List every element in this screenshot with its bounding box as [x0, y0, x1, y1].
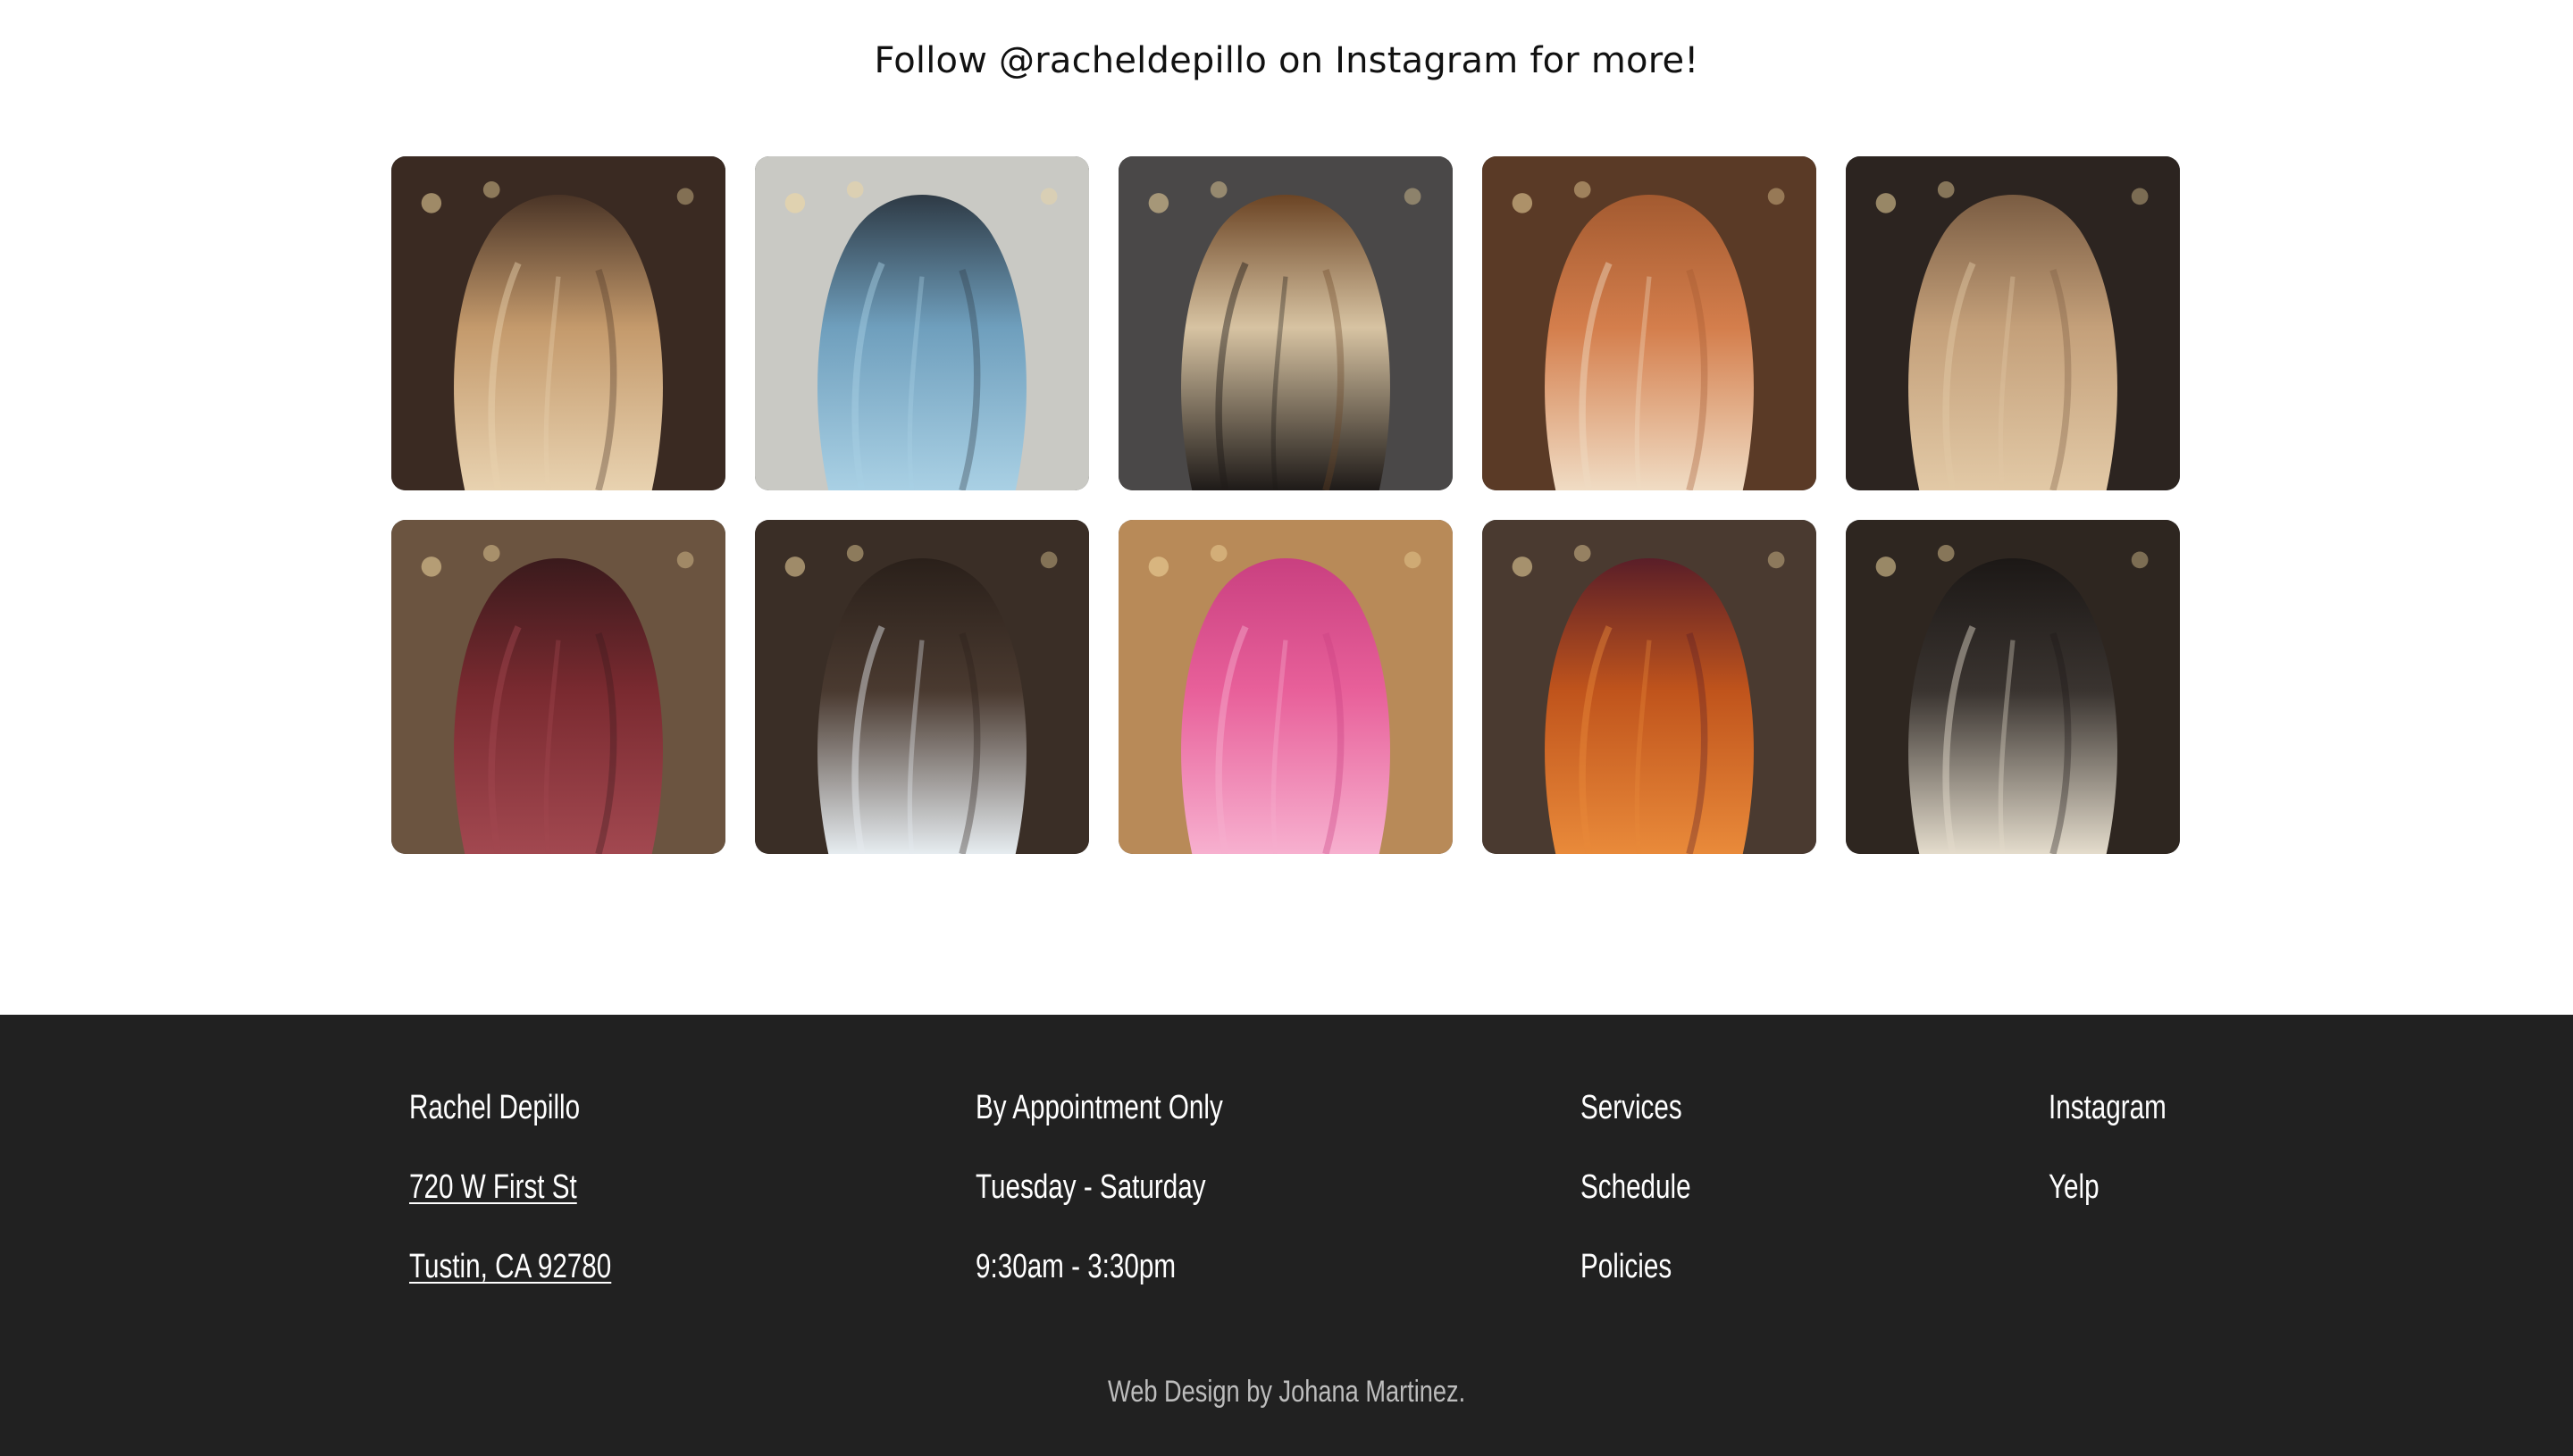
web-design-credit: Web Design by Johana Martinez.	[0, 1372, 2573, 1411]
photo-blue-waves-image	[755, 156, 1089, 490]
photo-brunette-bob[interactable]	[755, 520, 1089, 854]
photo-pink-layers-image	[1119, 520, 1453, 854]
address-line-1-link[interactable]: 720 W First St	[409, 1166, 611, 1209]
photo-balayage-waves-image	[391, 156, 725, 490]
photo-copper-money-piece[interactable]	[1482, 156, 1816, 490]
photo-burgundy-waves[interactable]	[391, 520, 725, 854]
photo-blue-waves[interactable]	[755, 156, 1089, 490]
instagram-follow-heading: Follow @racheldepillo on Instagram for m…	[874, 40, 1699, 81]
photo-black-blonde-streaks[interactable]	[1846, 520, 2180, 854]
footer-nav-column: Services Schedule Policies	[1580, 1086, 1691, 1325]
photo-black-blonde-streaks-image	[1846, 520, 2180, 854]
footer-hours-column: By Appointment Only Tuesday - Saturday 9…	[976, 1086, 1223, 1325]
address-line-2-link[interactable]: Tustin, CA 92780	[409, 1245, 611, 1288]
photo-honey-blonde[interactable]	[1846, 156, 2180, 490]
photo-brunette-bob-image	[755, 520, 1089, 854]
web-design-credit-text: Web Design by Johana Martinez.	[1107, 1375, 1466, 1409]
photo-burgundy-copper-ombre[interactable]	[1482, 520, 1816, 854]
photo-burgundy-copper-ombre-image	[1482, 520, 1816, 854]
photo-copper-money-piece-image	[1482, 156, 1816, 490]
open-hours: 9:30am - 3:30pm	[976, 1248, 1177, 1285]
photo-pink-layers[interactable]	[1119, 520, 1453, 854]
appointment-note: By Appointment Only	[976, 1089, 1223, 1126]
photo-burgundy-waves-image	[391, 520, 725, 854]
photo-leopard-print-buzz-image	[1119, 156, 1453, 490]
instagram-gallery	[391, 156, 2182, 854]
policies-link[interactable]: Policies	[1580, 1245, 1691, 1288]
open-days: Tuesday - Saturday	[976, 1168, 1206, 1206]
instagram-link[interactable]: Instagram	[2049, 1086, 2167, 1129]
site-footer: Rachel Depillo 720 W First St Tustin, CA…	[0, 1015, 2573, 1456]
services-link[interactable]: Services	[1580, 1086, 1691, 1129]
footer-social-column: Instagram Yelp	[2049, 1086, 2167, 1245]
photo-balayage-waves[interactable]	[391, 156, 725, 490]
photo-leopard-print-buzz[interactable]	[1119, 156, 1453, 490]
business-name: Rachel Depillo	[409, 1089, 581, 1126]
photo-honey-blonde-image	[1846, 156, 2180, 490]
schedule-link[interactable]: Schedule	[1580, 1166, 1691, 1209]
footer-contact-column: Rachel Depillo 720 W First St Tustin, CA…	[409, 1086, 611, 1325]
yelp-link[interactable]: Yelp	[2049, 1166, 2167, 1209]
